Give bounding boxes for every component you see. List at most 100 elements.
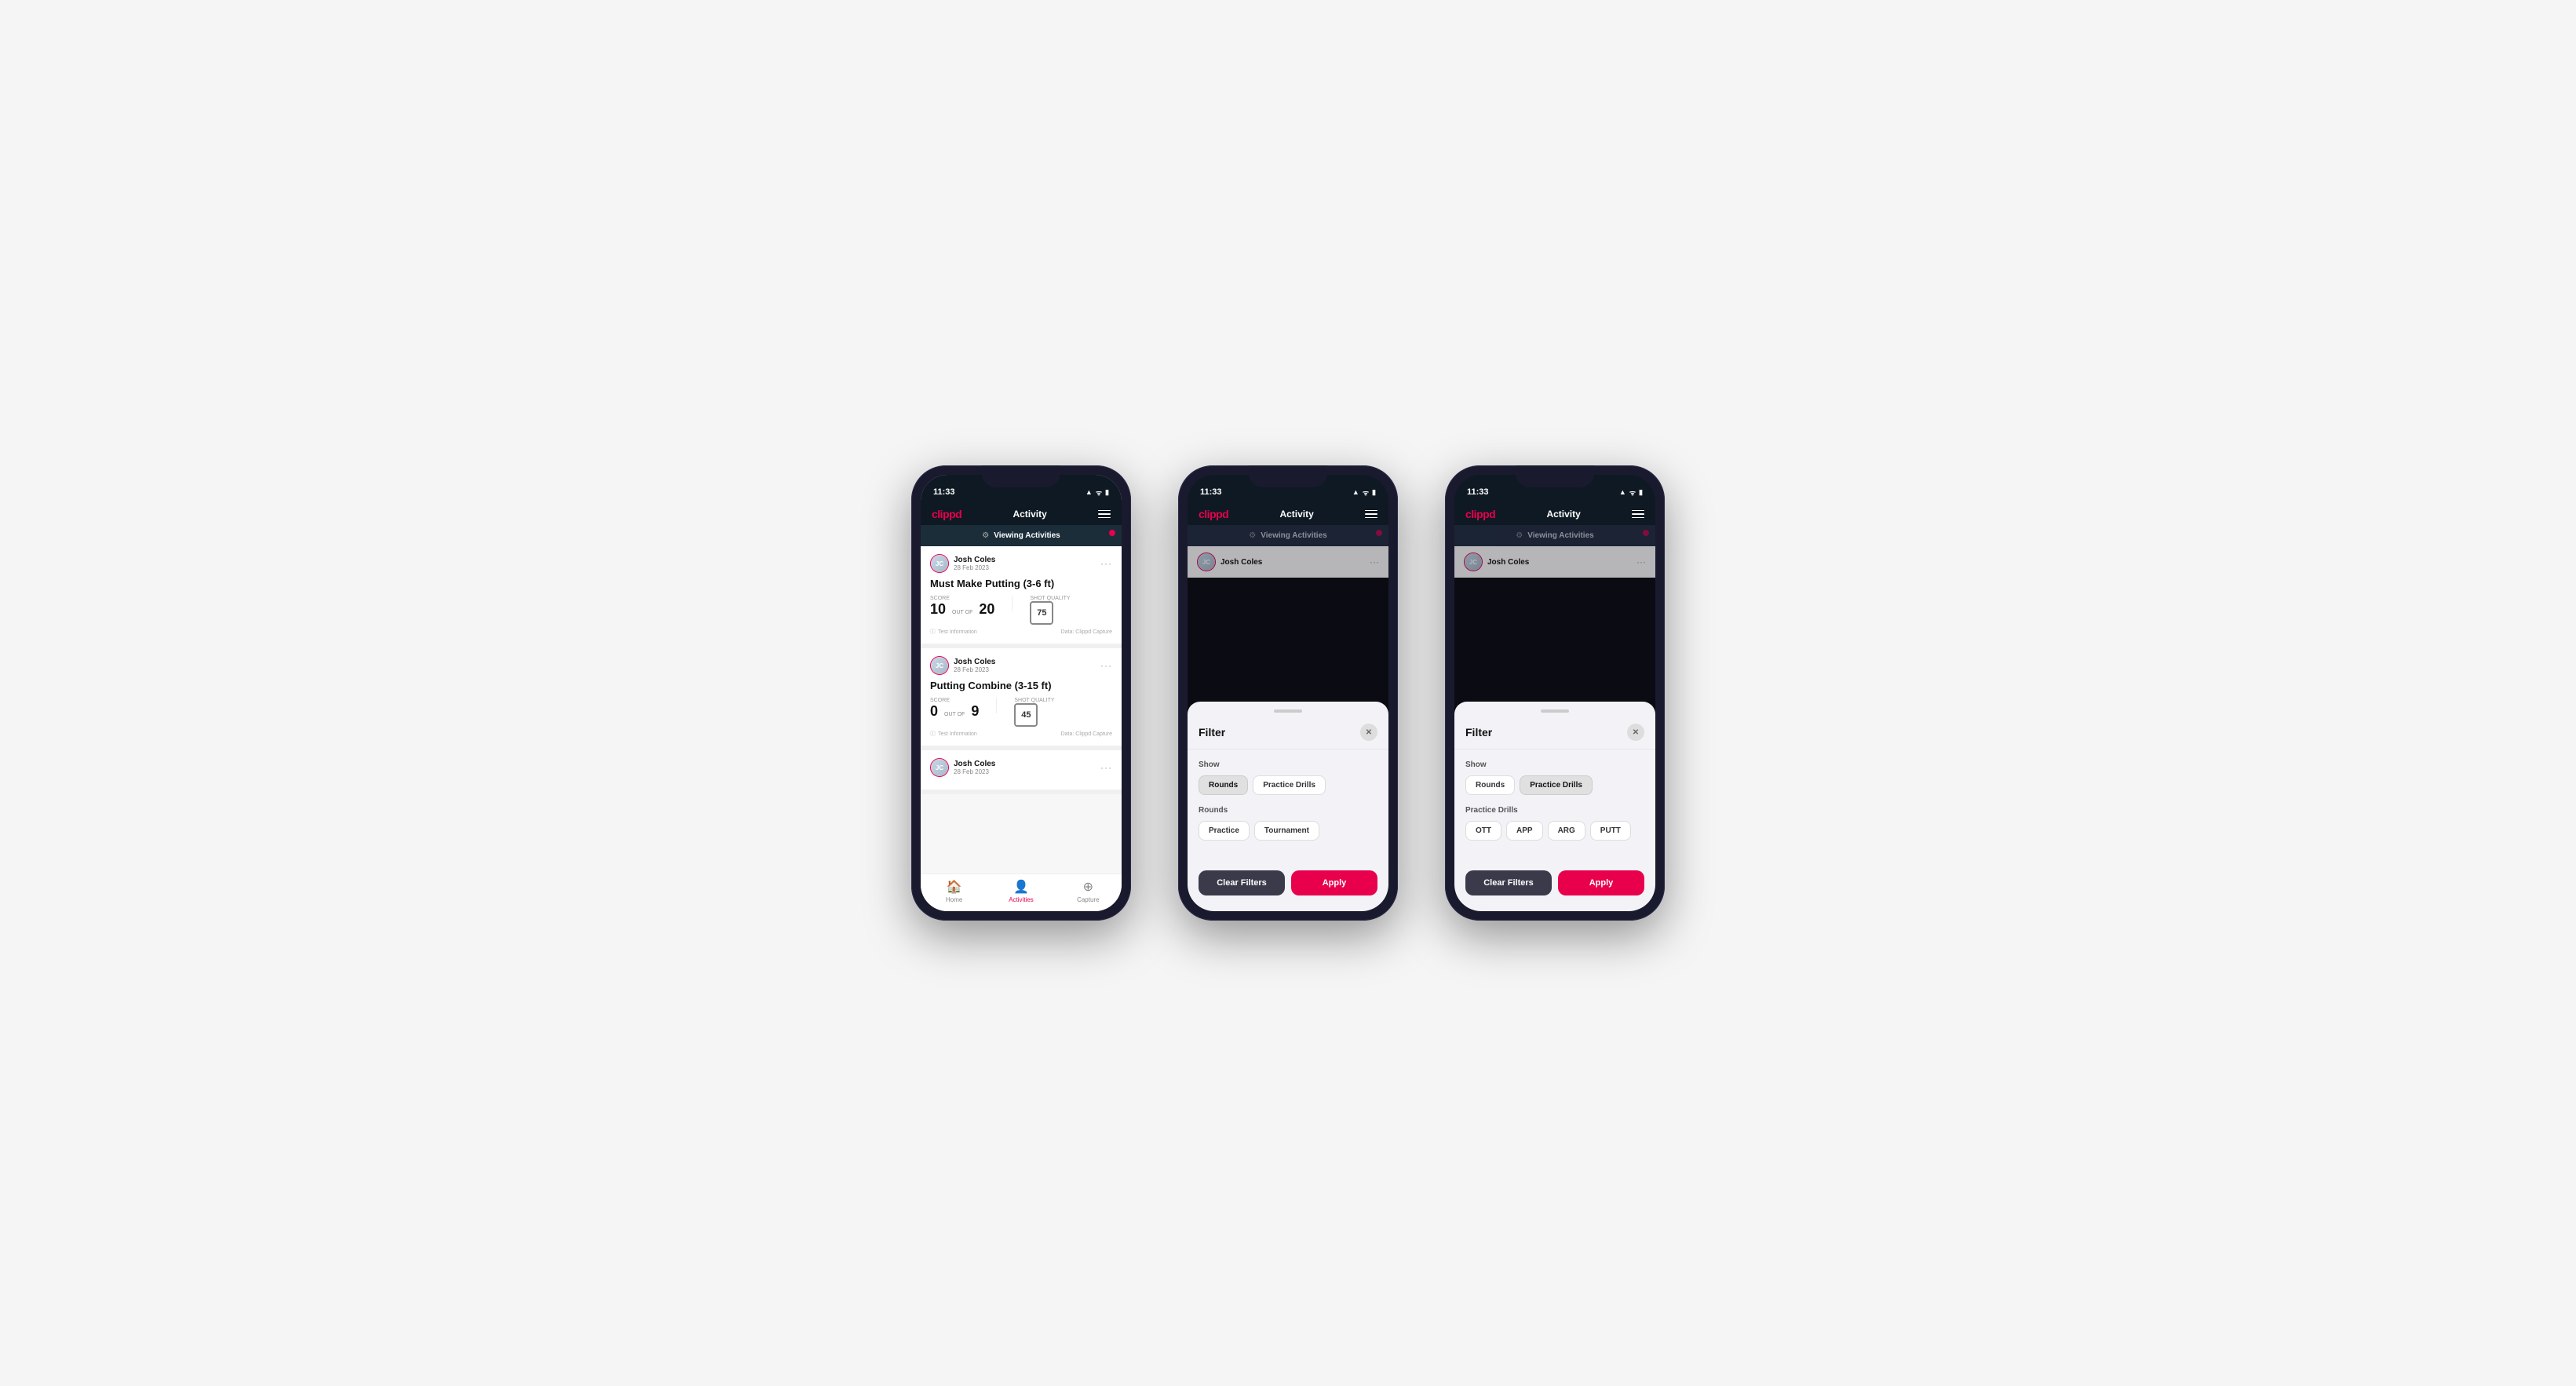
wifi-icon-3: ᯤ [1629, 487, 1636, 498]
capture-icon: ⊕ [1083, 879, 1093, 895]
activity-title-1: Must Make Putting (3-6 ft) [930, 578, 1112, 589]
show-options-2: Rounds Practice Drills [1199, 775, 1377, 795]
rounds-options-2: Practice Tournament [1199, 821, 1377, 841]
clear-filters-button-2[interactable]: Clear Filters [1199, 870, 1285, 895]
viewing-activities-bar[interactable]: ⚙ Viewing Activities [921, 525, 1122, 546]
score-label-2: Score [930, 698, 976, 703]
user-name-3: Josh Coles [954, 760, 995, 768]
filter-title-3: Filter [1465, 726, 1492, 739]
phone-notch [982, 465, 1060, 487]
practice-drills-btn-3[interactable]: Practice Drills [1520, 775, 1593, 795]
signal-icon-2: ▲ [1352, 488, 1359, 496]
user-name-2: Josh Coles [954, 658, 995, 666]
nav-bar-2: clippd Activity [1188, 503, 1388, 525]
filter-title-2: Filter [1199, 726, 1225, 739]
nav-item-home[interactable]: 🏠 Home [921, 879, 987, 903]
drills-options-3: OTT APP ARG PUTT [1465, 821, 1644, 841]
practice-btn-2[interactable]: Practice [1199, 821, 1250, 841]
phone-notch-2 [1249, 465, 1327, 487]
sheet-footer-2: Clear Filters Apply [1188, 863, 1388, 895]
info-icon-2: ⓘ [930, 730, 936, 738]
apply-button-3[interactable]: Apply [1558, 870, 1644, 895]
viewing-label-3: Viewing Activities [1527, 531, 1593, 540]
tournament-btn-2[interactable]: Tournament [1254, 821, 1319, 841]
nav-item-capture[interactable]: ⊕ Capture [1055, 879, 1122, 903]
activity-card-2: JC Josh Coles 28 Feb 2023 ··· Putting Co… [921, 648, 1122, 750]
apply-button-2[interactable]: Apply [1291, 870, 1377, 895]
filter-icon-2: ⚙ [1249, 531, 1256, 540]
signal-icon-3: ▲ [1619, 488, 1626, 496]
score-col-2: Score 0 OUT OF 9 [930, 698, 979, 720]
sheet-footer-3: Clear Filters Apply [1454, 863, 1655, 895]
stat-divider-2 [996, 698, 997, 713]
arg-btn-3[interactable]: ARG [1548, 821, 1585, 841]
sheet-body-3: Show Rounds Practice Drills Practice Dri… [1454, 750, 1655, 863]
bottom-nav: 🏠 Home 👤 Activities ⊕ Capture [921, 874, 1122, 911]
more-options-1[interactable]: ··· [1100, 558, 1112, 569]
card-footer-2: ⓘ Test Information Data: Clippd Capture [930, 730, 1112, 738]
activities-label: Activities [1009, 896, 1034, 903]
card-header-3: JC Josh Coles 28 Feb 2023 ··· [930, 758, 1112, 777]
status-time-3: 11:33 [1467, 487, 1489, 497]
quality-label-1: Shot Quality [1030, 596, 1070, 601]
phone-screen-3: 11:33 ▲ ᯤ ▮ clippd Activity ⚙ Viewing Ac… [1454, 475, 1655, 911]
phone-notch-3 [1516, 465, 1594, 487]
menu-button[interactable] [1098, 510, 1111, 519]
avatar-image-3: JC [931, 759, 948, 776]
putt-btn-3[interactable]: PUTT [1590, 821, 1631, 841]
user-date-2: 28 Feb 2023 [954, 666, 995, 673]
clear-filters-button-3[interactable]: Clear Filters [1465, 870, 1552, 895]
sheet-body-2: Show Rounds Practice Drills Rounds Pract… [1188, 750, 1388, 863]
app-logo-2: clippd [1199, 508, 1228, 520]
app-btn-3[interactable]: APP [1506, 821, 1543, 841]
user-details-2: Josh Coles 28 Feb 2023 [954, 658, 995, 673]
capture-label: Capture [1077, 896, 1099, 903]
shots-value-1: 20 [979, 601, 994, 618]
user-date-3: 28 Feb 2023 [954, 768, 995, 775]
menu-button-2[interactable] [1365, 510, 1377, 519]
stats-2: Score 0 OUT OF 9 Shot Quality 45 [930, 698, 1112, 727]
battery-icon: ▮ [1105, 488, 1109, 497]
shots-value-2: 9 [971, 703, 979, 720]
wifi-icon-2: ᯤ [1363, 487, 1369, 498]
phone-3: 11:33 ▲ ᯤ ▮ clippd Activity ⚙ Viewing Ac… [1445, 465, 1665, 921]
test-info-1: ⓘ Test Information [930, 628, 977, 636]
viewing-activities-label: Viewing Activities [994, 531, 1060, 540]
avatar-3: JC [930, 758, 949, 777]
more-options-3[interactable]: ··· [1100, 762, 1112, 773]
nav-bar: clippd Activity [921, 503, 1122, 525]
close-button-2[interactable]: ✕ [1360, 724, 1377, 741]
shot-quality-badge-2: 45 [1014, 703, 1038, 727]
home-label: Home [946, 896, 962, 903]
stat-divider-1 [1012, 596, 1013, 611]
avatar-image-2: JC [931, 657, 948, 674]
signal-icon: ▲ [1085, 488, 1093, 496]
activity-list: JC Josh Coles 28 Feb 2023 ··· Must Make … [921, 546, 1122, 874]
user-details-3: Josh Coles 28 Feb 2023 [954, 760, 995, 775]
quality-label-2: Shot Quality [1014, 698, 1054, 703]
user-info-2: JC Josh Coles 28 Feb 2023 [930, 656, 995, 675]
wifi-icon: ᯤ [1096, 487, 1102, 498]
card-header-1: JC Josh Coles 28 Feb 2023 ··· [930, 554, 1112, 573]
viewing-activities-bar-3: ⚙ Viewing Activities [1454, 525, 1655, 546]
status-icons-3: ▲ ᯤ ▮ [1619, 487, 1643, 498]
activity-title-2: Putting Combine (3-15 ft) [930, 680, 1112, 691]
nav-bar-3: clippd Activity [1454, 503, 1655, 525]
app-logo-3: clippd [1465, 508, 1495, 520]
filter-sheet-2: Filter ✕ Show Rounds Practice Drills Rou… [1188, 702, 1388, 911]
dim-user-name: Josh Coles [1220, 558, 1262, 567]
more-options-2[interactable]: ··· [1100, 660, 1112, 671]
ott-btn-3[interactable]: OTT [1465, 821, 1501, 841]
data-source-2: Data: Clippd Capture [1061, 731, 1112, 737]
close-button-3[interactable]: ✕ [1627, 724, 1644, 741]
rounds-btn-3[interactable]: Rounds [1465, 775, 1515, 795]
avatar-image-1: JC [931, 555, 948, 572]
rounds-btn-2[interactable]: Rounds [1199, 775, 1248, 795]
practice-drills-btn-2[interactable]: Practice Drills [1253, 775, 1326, 795]
stats-1: Score 10 OUT OF 20 Shot Quality 75 [930, 596, 1112, 625]
phone-screen-2: 11:33 ▲ ᯤ ▮ clippd Activity ⚙ Viewing Ac… [1188, 475, 1388, 911]
nav-item-activities[interactable]: 👤 Activities [987, 879, 1054, 903]
rounds-label-2: Rounds [1199, 806, 1377, 815]
activity-card-3: JC Josh Coles 28 Feb 2023 ··· [921, 750, 1122, 794]
menu-button-3[interactable] [1632, 510, 1644, 519]
